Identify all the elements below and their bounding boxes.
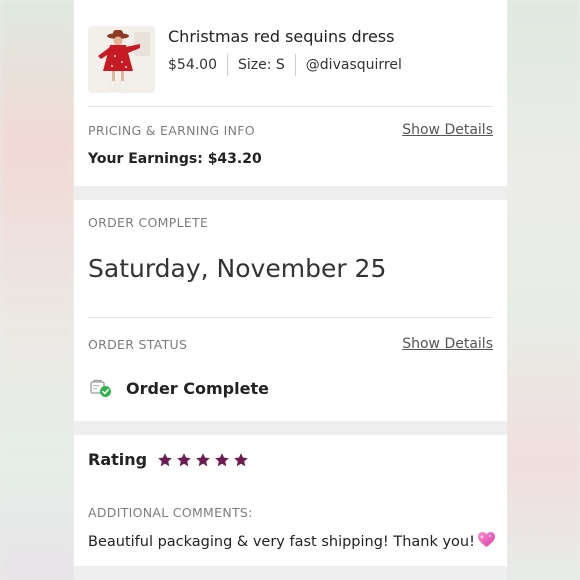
meta-divider [294, 54, 296, 76]
star-icon [196, 452, 210, 466]
divider [88, 106, 493, 107]
pricing-section-label: PRICING & EARNING INFO [88, 123, 255, 138]
order-status-row: Order Complete [90, 378, 269, 398]
order-status-label: ORDER STATUS [88, 337, 188, 352]
order-status-show-details-link[interactable]: Show Details [402, 336, 493, 352]
rating-card: Rating ADDITIONAL COMMENTS: Beautiful pa… [74, 435, 507, 566]
star-icon [158, 452, 172, 466]
listing-price: $54.00 [168, 57, 217, 73]
pricing-show-details-link[interactable]: Show Details [402, 122, 493, 138]
star-icon [177, 452, 191, 466]
order-date: Saturday, November 25 [88, 254, 387, 283]
comment-row: Beautiful packaging & very fast shipping… [88, 531, 496, 550]
order-status-text: Order Complete [126, 378, 269, 398]
rating-row: Rating [88, 450, 252, 469]
seller-username[interactable]: @divasquirrel [306, 57, 402, 73]
dress-photo [88, 26, 155, 93]
meta-divider [227, 54, 228, 76]
earnings-value: Your Earnings: $43.20 [88, 151, 262, 167]
comment-text: Beautiful packaging & very fast shipping… [88, 534, 475, 550]
background-right [507, 0, 580, 580]
listing-thumbnail[interactable] [88, 26, 155, 93]
order-complete-label: ORDER COMPLETE [88, 215, 209, 230]
rating-stars [157, 452, 252, 468]
sparkling-heart-icon [477, 532, 495, 547]
listing-size: Size: S [238, 57, 285, 73]
order-details-screen: Christmas red sequins dress $54.00 Size:… [74, 0, 507, 580]
rating-label: Rating [88, 450, 148, 469]
listing-title[interactable]: Christmas red sequins dress [168, 27, 394, 46]
star-icon [215, 452, 229, 466]
additional-comments-label: ADDITIONAL COMMENTS: [88, 505, 253, 520]
star-icon [234, 452, 248, 466]
listing-meta: $54.00 Size: S @divasquirrel [168, 54, 402, 76]
background-left [0, 0, 74, 580]
order-card: ORDER COMPLETE Saturday, November 25 ORD… [74, 200, 507, 421]
listing-card: Christmas red sequins dress $54.00 Size:… [74, 0, 507, 186]
divider [88, 317, 493, 318]
order-complete-icon [90, 379, 111, 397]
